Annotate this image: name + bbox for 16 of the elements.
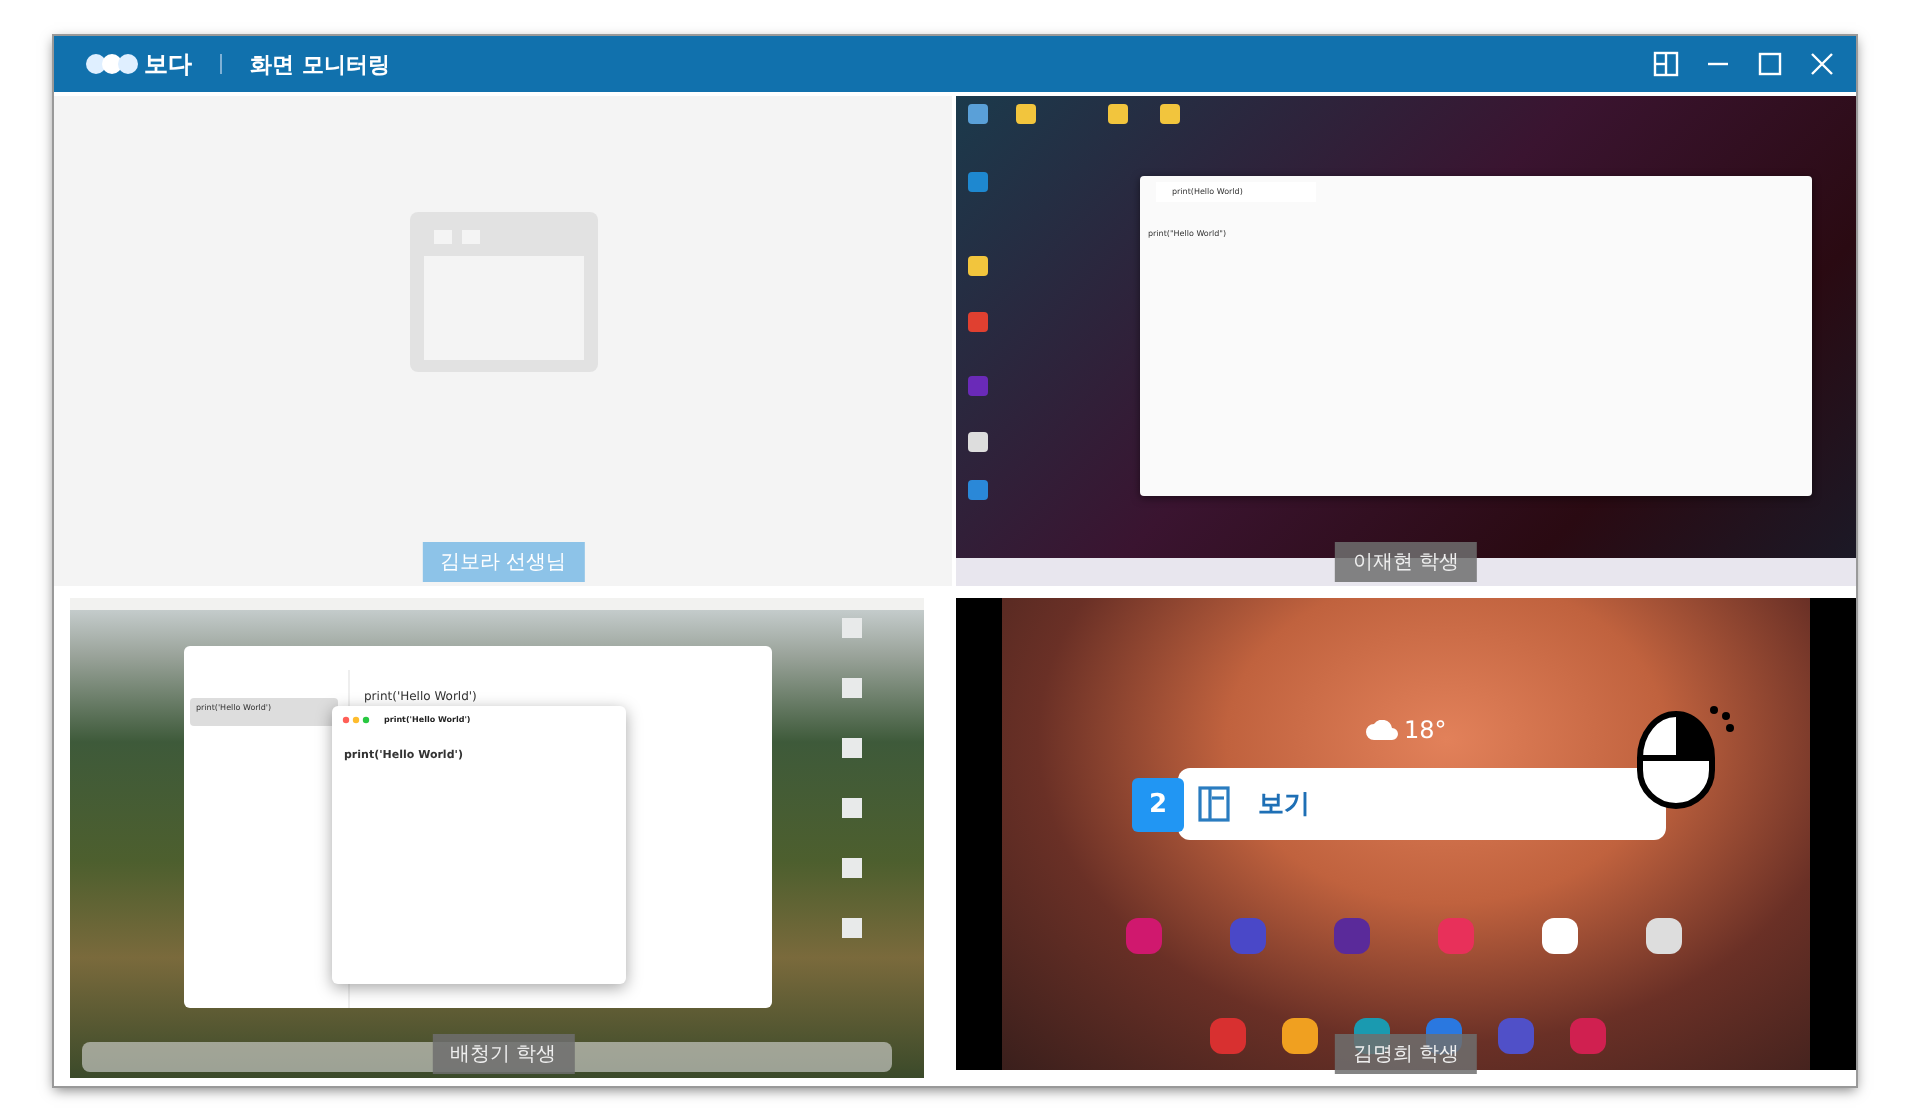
- mouse-click-icon: [1632, 701, 1740, 809]
- screen-owner-label: 이재현 학생: [1334, 541, 1478, 581]
- step-number: 2: [1132, 777, 1184, 831]
- maximize-icon[interactable]: [1756, 50, 1784, 78]
- logo-icon: [86, 52, 138, 76]
- screen-owner-label: 김보라 선생님: [421, 541, 585, 581]
- close-icon[interactable]: [1808, 50, 1836, 78]
- screen-owner-label: 김명희 학생: [1334, 1034, 1478, 1074]
- logo-text: 보다: [144, 47, 192, 81]
- window-controls-icon[interactable]: [342, 715, 370, 723]
- cloud-icon: [1366, 719, 1398, 739]
- layout-icon[interactable]: [1652, 50, 1680, 78]
- window-title: 화면 모니터링: [250, 49, 392, 79]
- temperature: 18°: [1404, 715, 1447, 743]
- panel-icon: [1198, 785, 1230, 821]
- screen-owner-label: 배청기 학생: [431, 1034, 575, 1074]
